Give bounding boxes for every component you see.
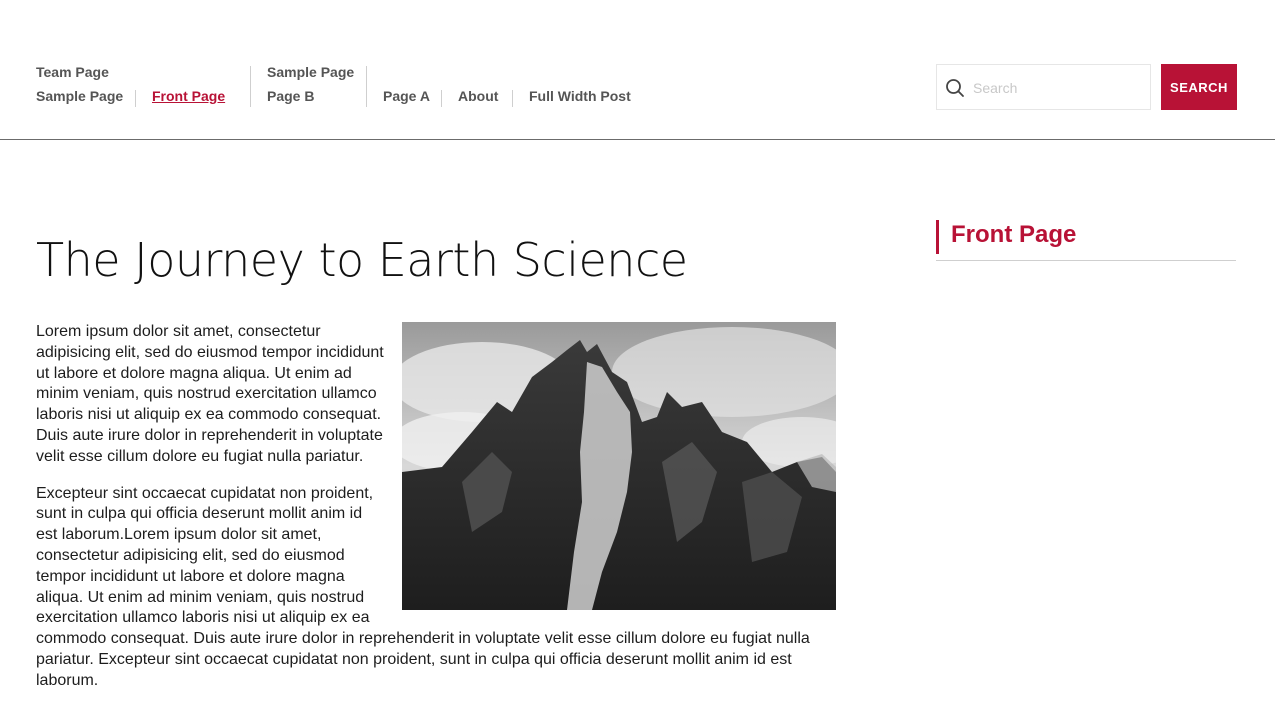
post-content: Lorem ipsum dolor sit amet, consectetur … [36,322,836,708]
nav-link-team-page[interactable]: Team Page [36,64,109,80]
nav-divider [135,90,136,107]
page-title: The Journey to Earth Science [36,233,688,287]
nav-link-page-a[interactable]: Page A [383,88,430,104]
widget-title: Front Page [936,220,1236,254]
search-input[interactable] [971,65,1150,111]
nav-link-about[interactable]: About [458,88,498,104]
search-button[interactable]: SEARCH [1161,64,1237,110]
mountain-image [402,322,836,610]
search-icon [945,78,965,98]
search-box [936,64,1151,111]
nav-link-sample-page[interactable]: Sample Page [36,88,123,104]
widget-divider [936,260,1236,261]
nav-divider [250,66,251,107]
nav-link-page-b[interactable]: Page B [267,88,314,104]
nav-link-full-width-post[interactable]: Full Width Post [529,88,631,104]
nav-divider [512,90,513,107]
nav-link-front-page[interactable]: Front Page [152,88,225,104]
nav-link-sample-page-2[interactable]: Sample Page [267,64,354,80]
nav-divider [441,90,442,107]
site-header: Team Page Sample Page Front Page Sample … [0,0,1275,140]
sidebar: Front Page [936,220,1236,261]
nav-divider [366,66,367,107]
